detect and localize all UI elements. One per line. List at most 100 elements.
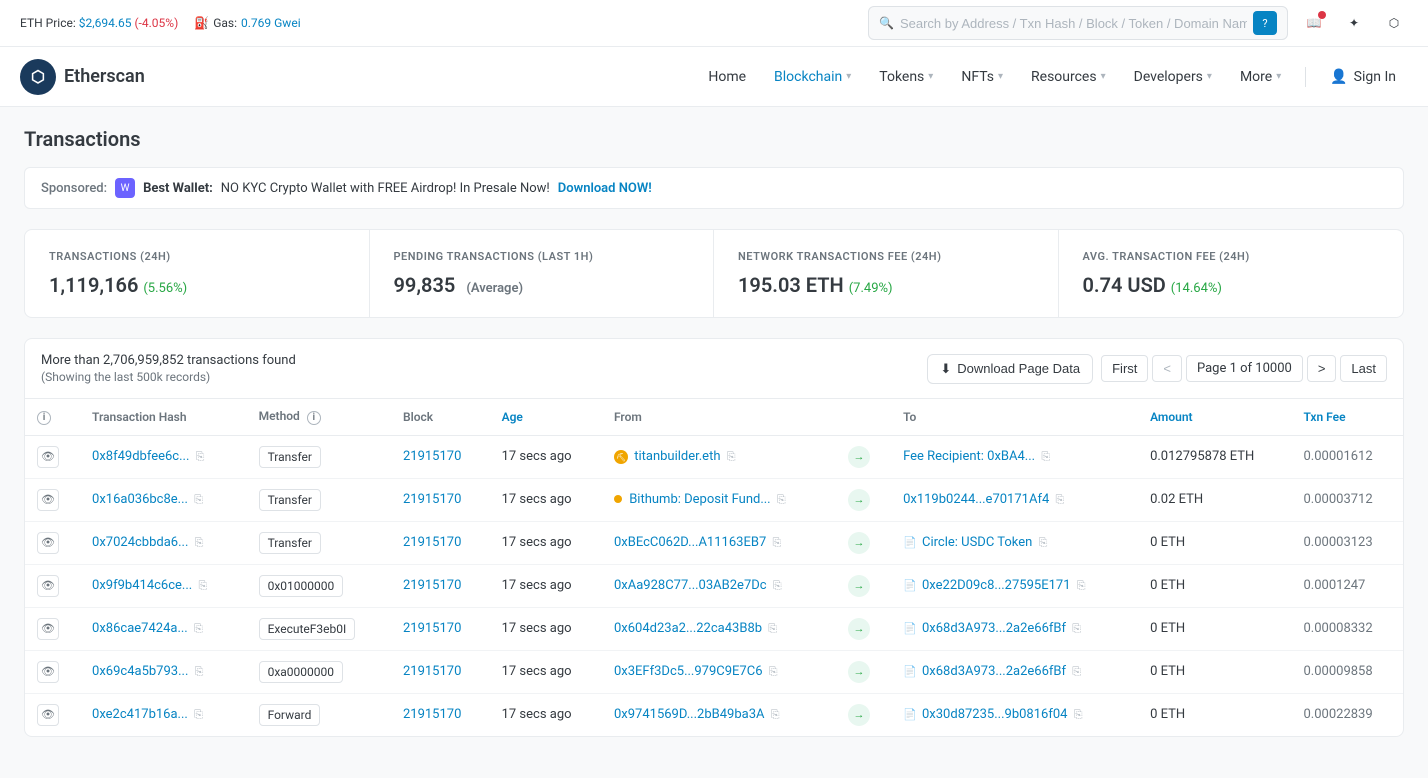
nav-more[interactable]: More ▾ [1228, 63, 1293, 91]
from-link[interactable]: Bithumb: Deposit Fund... [629, 492, 770, 507]
block-link[interactable]: 21915170 [403, 621, 461, 636]
row-eye-button[interactable]: 👁 [37, 661, 59, 683]
tx-hash-link[interactable]: 0x16a036bc8e... [92, 492, 188, 507]
nav-developers[interactable]: Developers ▾ [1122, 63, 1224, 91]
tx-hash-link[interactable]: 0x86cae7424a... [92, 621, 188, 636]
from-link[interactable]: 0x3EFf3Dc5...979C9E7C6 [614, 664, 763, 679]
fee-cell: 0.00001612 [1291, 435, 1403, 478]
copy-to-icon[interactable]: ⎘ [1072, 622, 1081, 635]
block-link[interactable]: 21915170 [403, 707, 461, 722]
copy-hash-icon[interactable]: ⎘ [194, 622, 203, 635]
copy-to-icon[interactable]: ⎘ [1039, 536, 1048, 549]
table-info-icon[interactable]: i [37, 411, 51, 425]
copy-from-icon[interactable]: ⎘ [727, 450, 736, 463]
from-dot-icon [614, 495, 622, 503]
copy-from-icon[interactable]: ⎘ [773, 579, 782, 592]
nav-tokens[interactable]: Tokens ▾ [867, 63, 945, 91]
copy-from-icon[interactable]: ⎘ [769, 665, 778, 678]
row-eye-button[interactable]: 👁 [37, 618, 59, 640]
from-link[interactable]: 0xAa928C77...03AB2e7Dc [614, 578, 767, 593]
block-link[interactable]: 21915170 [403, 492, 461, 507]
to-link[interactable]: 0x30d87235...9b0816f04 [922, 707, 1067, 722]
row-eye-button[interactable]: 👁 [37, 532, 59, 554]
table-row: 👁 0x86cae7424a... ⎘ ExecuteF3eb0I 219151… [25, 607, 1403, 650]
row-eye-button[interactable]: 👁 [37, 575, 59, 597]
from-link[interactable]: 0x604d23a2...22ca43B8b [614, 621, 762, 636]
transactions-table: i Transaction Hash Method i Block Age Fr… [25, 399, 1403, 736]
row-eye-button[interactable]: 👁 [37, 704, 59, 726]
to-link[interactable]: 0x68d3A973...2a2e66fBf [922, 664, 1066, 679]
copy-hash-icon[interactable]: ⎘ [198, 579, 207, 592]
method-badge: ExecuteF3eb0I [259, 618, 356, 640]
copy-from-icon[interactable]: ⎘ [777, 493, 786, 506]
stat-pending: PENDING TRANSACTIONS (LAST 1H) 99,835 (A… [370, 230, 715, 317]
col-age: Age [490, 399, 602, 435]
col-block: Block [391, 399, 490, 435]
fee-cell: 0.00003123 [1291, 521, 1403, 564]
nav-home[interactable]: Home [696, 63, 758, 91]
table-row: 👁 0xe2c417b16a... ⎘ Forward 21915170 17 … [25, 693, 1403, 736]
nav-resources[interactable]: Resources ▾ [1019, 63, 1118, 91]
tx-hash-link[interactable]: 0x8f49dbfee6c... [92, 449, 189, 464]
bookmark-icon[interactable]: 📖 [1300, 9, 1328, 37]
sign-in-button[interactable]: 👤 Sign In [1318, 63, 1408, 91]
block-link[interactable]: 21915170 [403, 535, 461, 550]
fee-cell: 0.00009858 [1291, 650, 1403, 693]
next-page-button[interactable]: > [1307, 355, 1337, 382]
tx-hash-link[interactable]: 0x7024cbbda6... [92, 535, 188, 550]
copy-from-icon[interactable]: ⎘ [768, 622, 777, 635]
copy-hash-icon[interactable]: ⎘ [194, 493, 203, 506]
nav-nfts[interactable]: NFTs ▾ [949, 63, 1015, 91]
from-link[interactable]: titanbuilder.eth [634, 449, 720, 464]
to-link[interactable]: Circle: USDC Token [922, 535, 1032, 550]
download-icon: ⬇ [940, 361, 951, 377]
from-link[interactable]: 0x9741569D...2bB49ba3A [614, 707, 765, 722]
copy-to-icon[interactable]: ⎘ [1074, 708, 1083, 721]
copy-to-icon[interactable]: ⎘ [1041, 450, 1050, 463]
nav-blockchain[interactable]: Blockchain ▾ [762, 63, 863, 91]
copy-to-icon[interactable]: ⎘ [1077, 579, 1086, 592]
block-link[interactable]: 21915170 [403, 449, 461, 464]
theme-icon[interactable]: ✦ [1340, 9, 1368, 37]
copy-from-icon[interactable]: ⎘ [771, 708, 780, 721]
row-eye-button[interactable]: 👁 [37, 489, 59, 511]
tx-hash-link[interactable]: 0xe2c417b16a... [92, 707, 188, 722]
block-link[interactable]: 21915170 [403, 578, 461, 593]
sponsored-link[interactable]: Download NOW! [558, 181, 652, 196]
first-page-button[interactable]: First [1101, 355, 1148, 382]
to-link[interactable]: 0xe22D09c8...27595E171 [922, 578, 1071, 593]
stat-value-avg-fee: 0.74 USD (14.64%) [1083, 273, 1380, 297]
amount-cell: 0 ETH [1138, 564, 1291, 607]
tx-hash-link[interactable]: 0x9f9b414c6ce... [92, 578, 192, 593]
arrow-icon: → [848, 575, 870, 597]
tx-hash-link[interactable]: 0x69c4a5b793... [92, 664, 188, 679]
copy-to-icon[interactable]: ⎘ [1072, 665, 1081, 678]
to-link[interactable]: 0x68d3A973...2a2e66fBf [922, 621, 1066, 636]
to-link[interactable]: 0x119b0244...e70171Af4 [903, 492, 1049, 507]
to-link[interactable]: Fee Recipient: 0xBA4... [903, 449, 1035, 464]
copy-hash-icon[interactable]: ⎘ [195, 536, 204, 549]
block-link[interactable]: 21915170 [403, 664, 461, 679]
prev-page-button[interactable]: < [1152, 355, 1182, 382]
last-page-button[interactable]: Last [1340, 355, 1387, 382]
amount-cell: 0 ETH [1138, 693, 1291, 736]
row-eye-button[interactable]: 👁 [37, 446, 59, 468]
logo[interactable]: ⬡ Etherscan [20, 59, 145, 95]
wallet-icon[interactable]: ⬡ [1380, 9, 1408, 37]
search-input[interactable] [900, 16, 1247, 31]
copy-hash-icon[interactable]: ⎘ [194, 708, 203, 721]
found-text: More than 2,706,959,852 transactions fou… [41, 353, 296, 368]
col-amount: Amount [1138, 399, 1291, 435]
search-submit-icon[interactable]: ? [1253, 11, 1277, 35]
download-button[interactable]: ⬇ Download Page Data [927, 354, 1093, 384]
method-badge: 0x01000000 [259, 575, 344, 597]
from-link[interactable]: 0xBEcC062D...A11163EB7 [614, 535, 766, 550]
copy-hash-icon[interactable]: ⎘ [195, 665, 204, 678]
fee-cell: 0.00003712 [1291, 478, 1403, 521]
copy-from-icon[interactable]: ⎘ [772, 536, 781, 549]
method-info-icon[interactable]: i [307, 411, 321, 425]
copy-to-icon[interactable]: ⎘ [1056, 493, 1065, 506]
table-header-right: ⬇ Download Page Data First < Page 1 of 1… [927, 354, 1387, 384]
col-arrow [836, 399, 891, 435]
copy-hash-icon[interactable]: ⎘ [196, 450, 205, 463]
